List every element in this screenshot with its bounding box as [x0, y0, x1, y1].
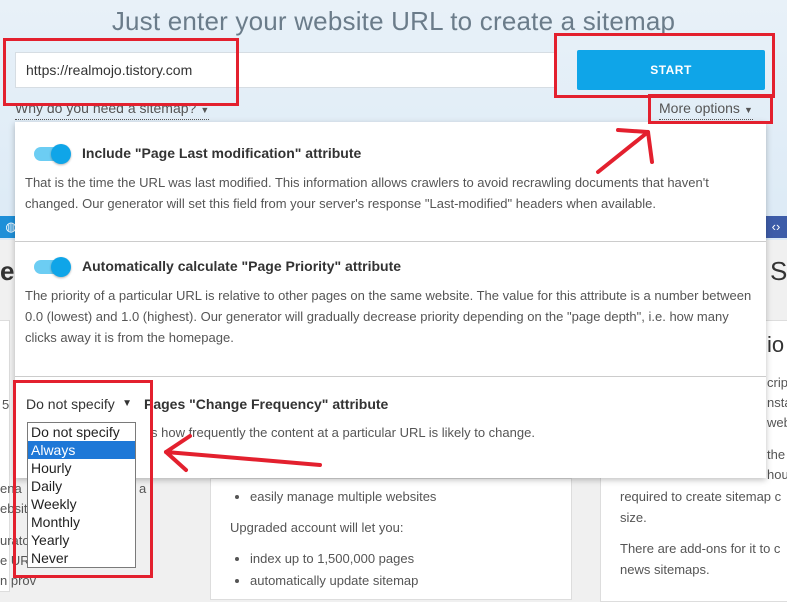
arrow-line-more-options — [596, 130, 650, 174]
arrow-line-frequency — [164, 450, 322, 467]
annotation-arrows — [164, 128, 654, 472]
arrow-head-more-options — [616, 128, 654, 164]
